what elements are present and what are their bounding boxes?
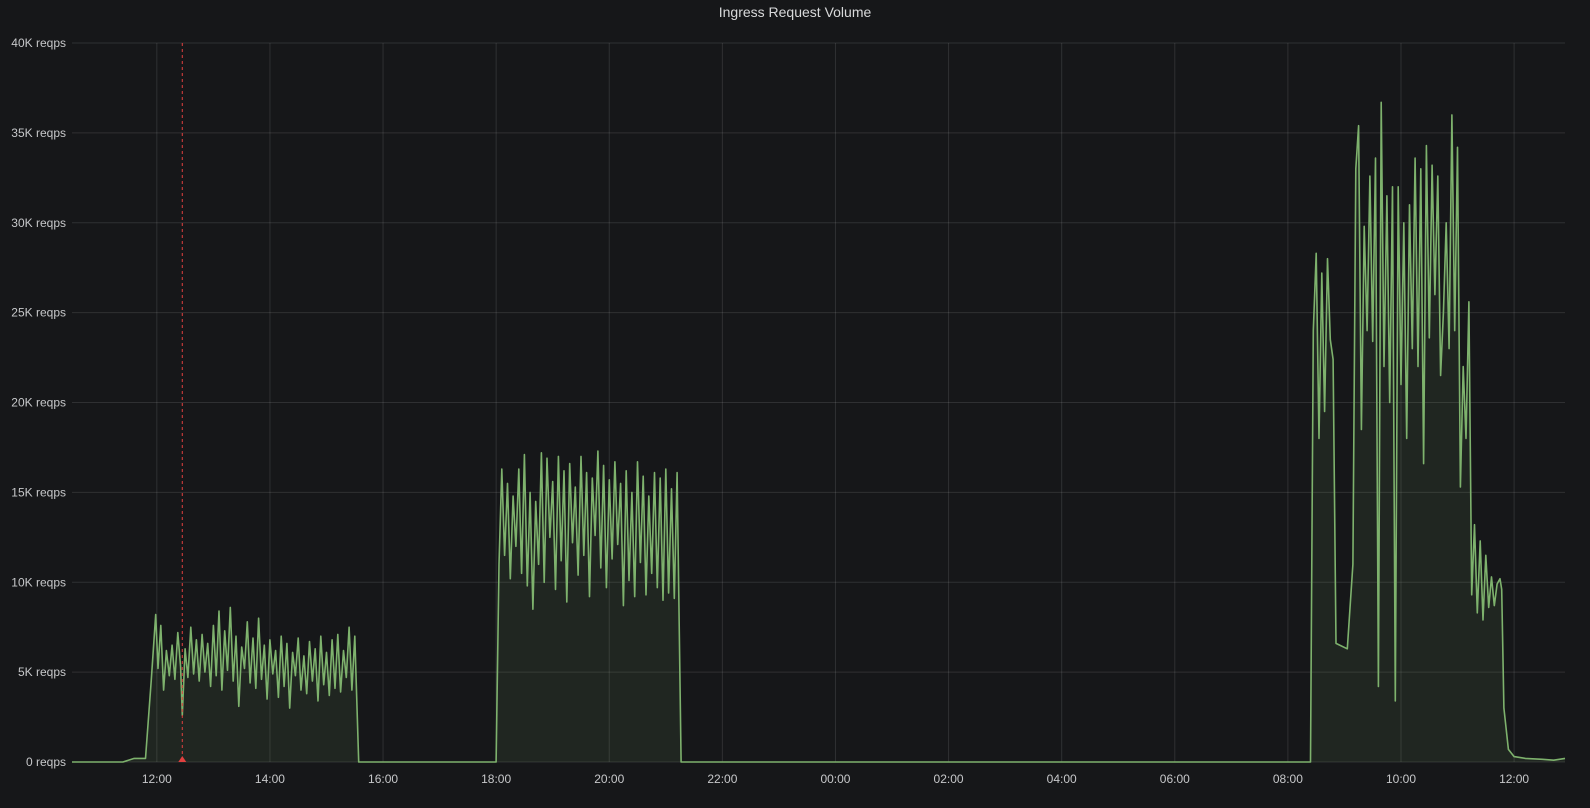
x-tick-label: 06:00 (1160, 772, 1190, 786)
y-tick-label: 40K reqps (11, 36, 66, 50)
series-layer (72, 101, 1566, 763)
x-tick-label: 22:00 (707, 772, 737, 786)
y-tick-label: 0 reqps (26, 755, 66, 769)
y-tick-label: 20K reqps (11, 396, 66, 410)
x-tick-label: 16:00 (368, 772, 398, 786)
y-tick-label: 35K reqps (11, 126, 66, 140)
x-tick-label: 02:00 (934, 772, 964, 786)
y-tick-label: 15K reqps (11, 485, 66, 499)
x-tick-label: 12:00 (1499, 772, 1529, 786)
x-tick-label: 04:00 (1047, 772, 1077, 786)
y-tick-label: 5K reqps (18, 665, 66, 679)
x-tick-label: 00:00 (820, 772, 850, 786)
y-tick-label: 25K reqps (11, 306, 66, 320)
x-tick-label: 08:00 (1273, 772, 1303, 786)
x-tick-label: 18:00 (481, 772, 511, 786)
x-tick-label: 12:00 (142, 772, 172, 786)
x-tick-label: 14:00 (255, 772, 285, 786)
axes: 0 reqps 5K reqps 10K reqps 15K reqps 20K req… (11, 36, 1529, 786)
panel-title[interactable]: Ingress Request Volume (0, 4, 1590, 20)
request-volume-chart[interactable]: 0 reqps 5K reqps 10K reqps 15K reqps 20K req… (0, 0, 1590, 808)
chart-panel: 0 reqps 5K reqps 10K reqps 15K reqps 20K req… (0, 0, 1590, 808)
x-tick-label: 20:00 (594, 772, 624, 786)
y-tick-label: 30K reqps (11, 216, 66, 230)
x-tick-label: 10:00 (1386, 772, 1416, 786)
y-tick-label: 10K reqps (11, 575, 66, 589)
